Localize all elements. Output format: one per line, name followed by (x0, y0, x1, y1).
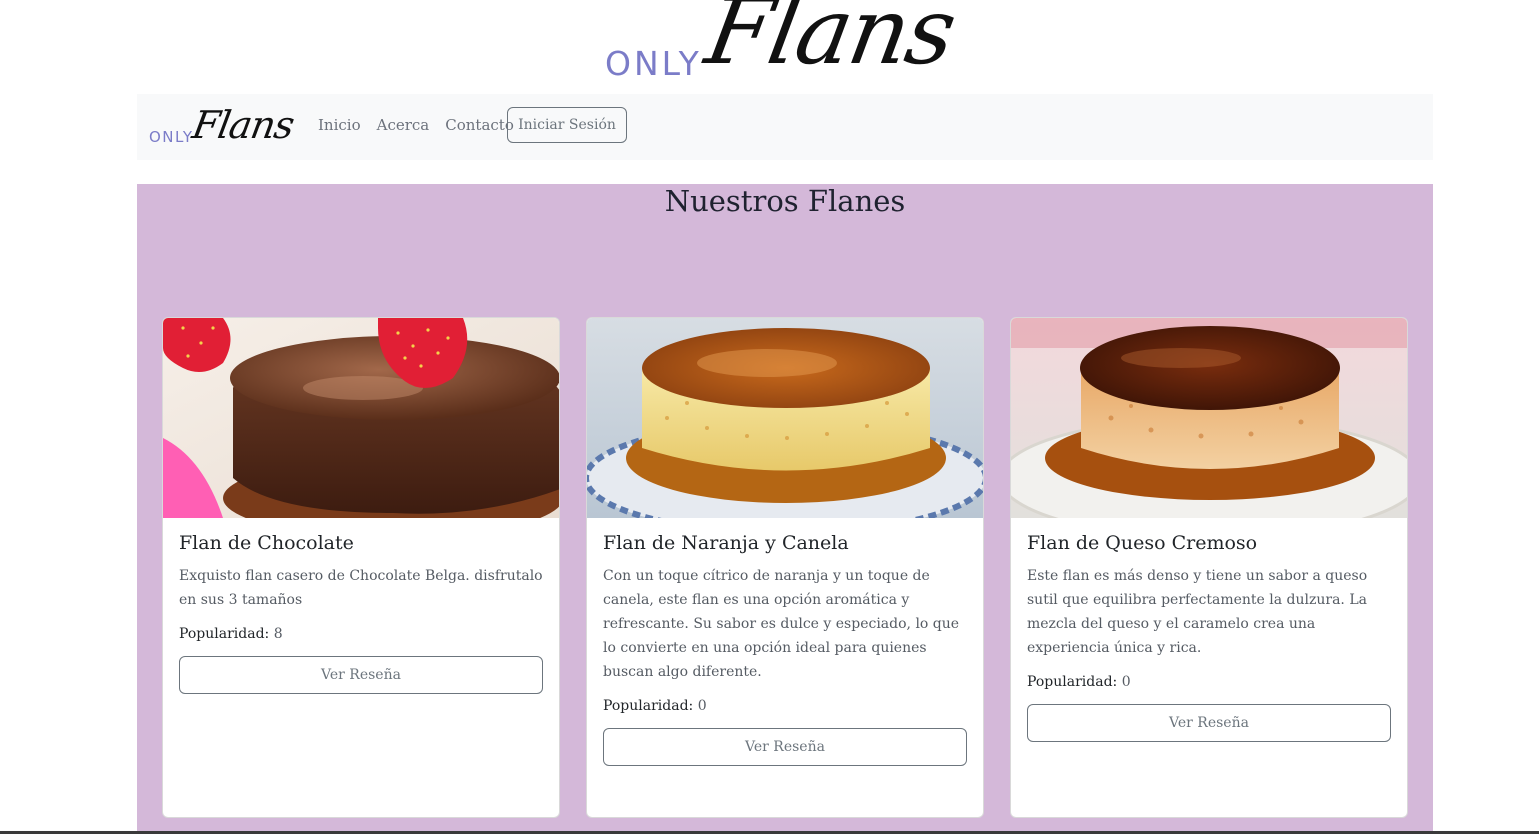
popularity-label: Popularidad: (1027, 674, 1118, 690)
card-title: Flan de Chocolate (179, 532, 354, 554)
cheese-flan-image (1011, 318, 1407, 518)
navbar: ONLY Flans Inicio Acerca Contacto Inicia… (137, 94, 1433, 160)
flan-card: Flan de Chocolate Exquisto flan casero d… (162, 317, 560, 818)
card-title: Flan de Queso Cremoso (1027, 532, 1258, 554)
popularity-label: Popularidad: (603, 698, 694, 714)
popularity-value: 8 (273, 626, 283, 642)
navbar-brand-logo[interactable]: ONLY Flans (149, 102, 297, 150)
view-review-button[interactable]: Ver Reseña (179, 656, 543, 694)
popularity-value: 0 (697, 698, 707, 714)
card-description: Con un toque cítrico de naranja y un toq… (603, 568, 960, 680)
orange-flan-image (587, 318, 983, 518)
logo-only-text: ONLY (605, 44, 702, 83)
flan-image-queso (1011, 318, 1407, 518)
section-title: Nuestros Flanes (664, 184, 906, 218)
card-title: Flan de Naranja y Canela (603, 532, 849, 554)
flan-image-naranja (587, 318, 983, 518)
nav-link-acerca[interactable]: Acerca (377, 116, 430, 134)
flan-card: Flan de Naranja y Canela Con un toque cí… (586, 317, 984, 818)
view-review-button[interactable]: Ver Reseña (1027, 704, 1391, 742)
nav-links: Inicio Acerca Contacto (318, 116, 514, 134)
chocolate-flan-image (163, 318, 559, 518)
logo-only-text: ONLY (149, 128, 194, 146)
card-description: Este flan es más denso y tiene un sabor … (1027, 568, 1368, 656)
login-button[interactable]: Iniciar Sesión (507, 107, 627, 143)
popularity-label: Popularidad: (179, 626, 270, 642)
flan-image-chocolate (163, 318, 559, 518)
card-popularity: Popularidad: 0 (603, 698, 967, 714)
logo-flans-text: Flans (698, 0, 963, 85)
nav-link-inicio[interactable]: Inicio (318, 116, 361, 134)
card-popularity: Popularidad: 8 (179, 626, 543, 642)
flan-card: Flan de Queso Cremoso Este flan es más d… (1010, 317, 1408, 818)
hero-logo: ONLY Flans (600, 0, 970, 92)
logo-flans-text: Flans (189, 103, 298, 147)
flans-section: Nuestros Flanes Flan de Chocolate Exquis… (137, 184, 1433, 834)
card-popularity: Popularidad: 0 (1027, 674, 1391, 690)
nav-link-contacto[interactable]: Contacto (445, 116, 514, 134)
view-review-button[interactable]: Ver Reseña (603, 728, 967, 766)
card-description: Exquisto flan casero de Chocolate Belga.… (179, 568, 543, 608)
popularity-value: 0 (1121, 674, 1131, 690)
